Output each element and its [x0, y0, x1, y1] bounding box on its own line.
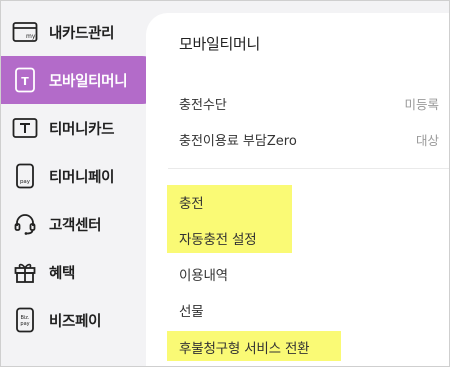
- menu-item-postpaid-switch[interactable]: 후불청구형 서비스 전환: [179, 337, 310, 357]
- sidebar-item-my-card[interactable]: my 내카드관리: [1, 8, 166, 56]
- sidebar-item-customer-center[interactable]: 고객센터: [1, 200, 166, 248]
- menu-item-charge[interactable]: 충전: [179, 192, 204, 212]
- setting-label: 충전수단: [179, 97, 227, 113]
- page-title: 모바일티머니: [179, 35, 261, 53]
- sidebar-item-label: 고객센터: [49, 217, 102, 234]
- biz-pay-icon-text-bottom: pay: [20, 321, 29, 327]
- sidebar-item-label: 내카드관리: [49, 25, 115, 42]
- sidebar-item-mobile-tmoney[interactable]: T 모바일티머니: [1, 56, 166, 104]
- tmoney-card-icon: [11, 114, 39, 142]
- setting-value: 미등록: [404, 96, 439, 112]
- setting-value: 대상: [415, 132, 439, 148]
- setting-row-fee-zero[interactable]: 충전이용료 부담Zero 대상: [179, 125, 439, 153]
- sidebar-item-label: 비즈페이: [49, 313, 102, 330]
- sidebar-item-tmoney-pay[interactable]: pay 티머니페이: [1, 152, 166, 200]
- sidebar-item-benefits[interactable]: 혜택: [1, 248, 166, 296]
- phone-pay-icon-text: pay: [20, 179, 31, 185]
- menu-item-gift[interactable]: 선물: [179, 300, 204, 320]
- sidebar-item-label: 혜택: [49, 265, 76, 282]
- gift-icon: [11, 258, 39, 286]
- sidebar-item-label: 모바일티머니: [49, 73, 128, 90]
- setting-label: 충전이용료 부담Zero: [179, 133, 297, 149]
- headset-icon: [11, 210, 39, 238]
- sidebar-item-label: 티머니페이: [49, 169, 115, 186]
- app-window: my 내카드관리 T 모바일티머니 티머니카드 pay 티머니페이 고객센터 혜…: [0, 0, 450, 367]
- card-my-icon: my: [11, 18, 39, 46]
- setting-row-charge-method[interactable]: 충전수단 미등록: [179, 89, 439, 117]
- sidebar-item-label: 티머니카드: [49, 121, 115, 138]
- mobile-tmoney-icon-text: T: [21, 75, 29, 88]
- sidebar-item-tmoney-card[interactable]: 티머니카드: [1, 104, 166, 152]
- main-panel: 모바일티머니 충전수단 미등록 충전이용료 부담Zero 대상 충전 자동충전 …: [146, 13, 449, 366]
- card-my-icon-text: my: [26, 33, 36, 40]
- sidebar: my 내카드관리 T 모바일티머니 티머니카드 pay 티머니페이 고객센터 혜…: [1, 1, 166, 366]
- phone-pay-icon: pay: [11, 162, 39, 190]
- mobile-tmoney-icon: T: [11, 66, 39, 94]
- menu-item-usage-history[interactable]: 이용내역: [179, 264, 228, 284]
- menu-item-auto-charge-settings[interactable]: 자동충전 설정: [179, 228, 257, 248]
- section-divider: [168, 168, 449, 169]
- biz-pay-icon: Biz. pay: [11, 306, 39, 334]
- sidebar-item-biz-pay[interactable]: Biz. pay 비즈페이: [1, 296, 166, 344]
